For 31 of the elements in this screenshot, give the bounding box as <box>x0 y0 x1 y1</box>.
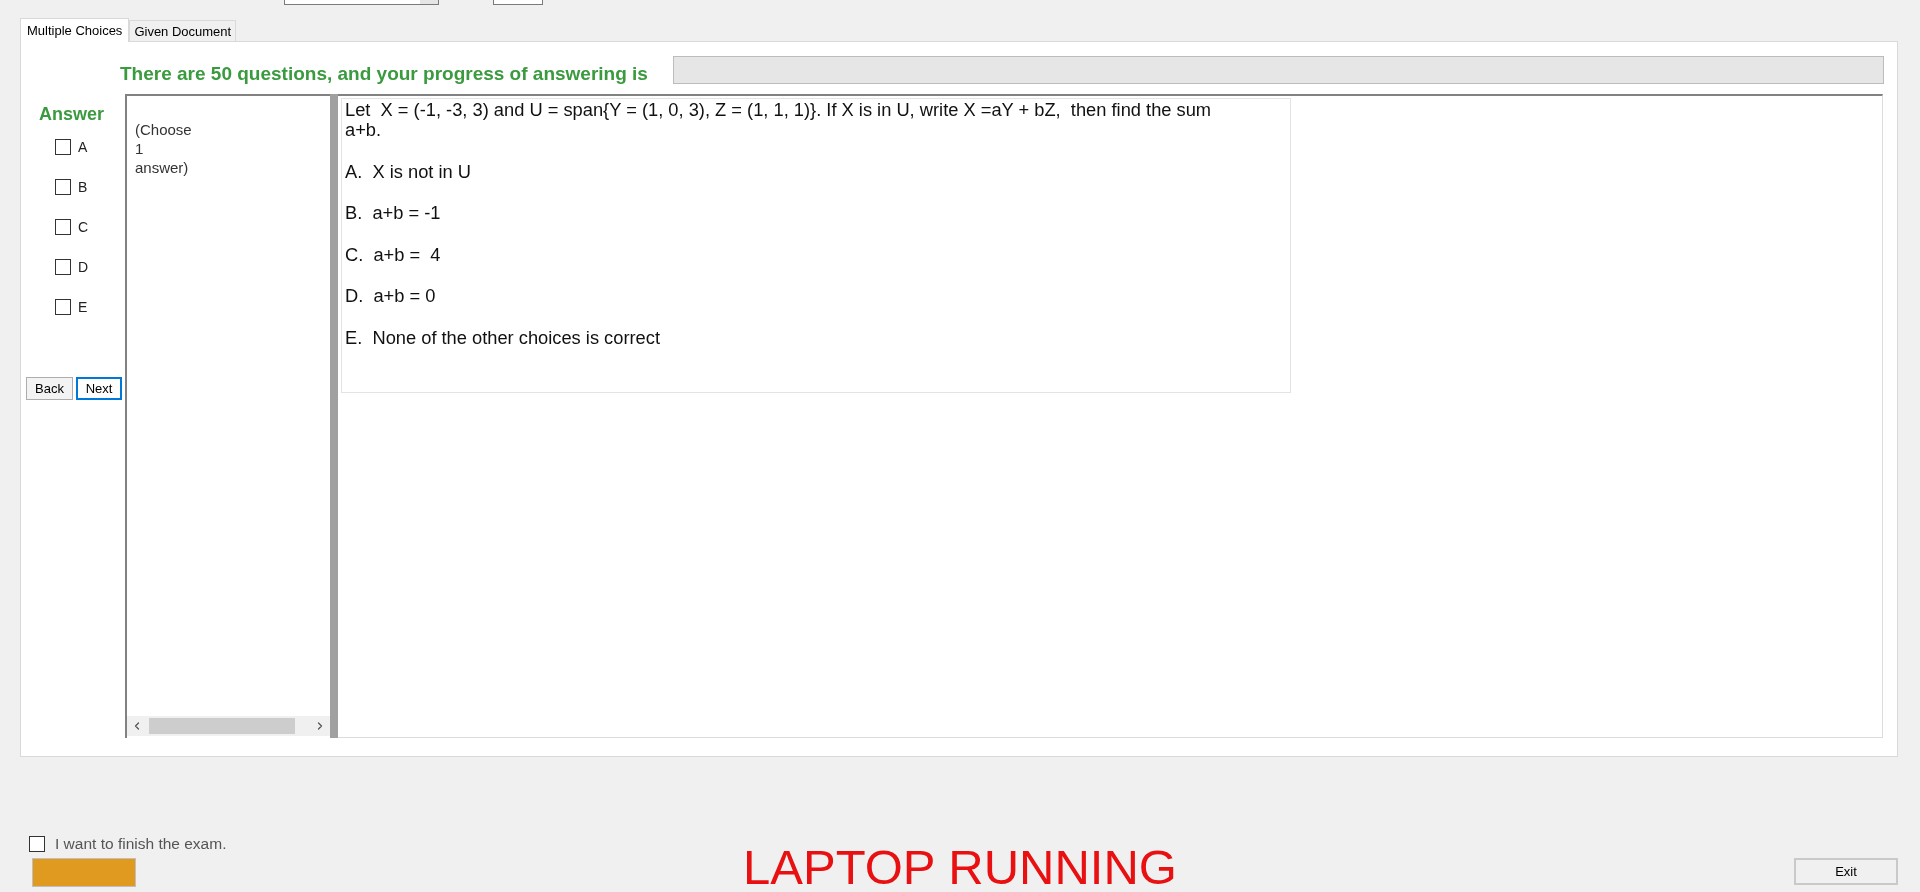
checkbox[interactable] <box>55 179 71 195</box>
checkbox[interactable] <box>55 299 71 315</box>
dropdown-field[interactable] <box>284 0 439 5</box>
checkbox[interactable] <box>55 259 71 275</box>
scrollbar-thumb[interactable] <box>149 718 295 734</box>
option-letter[interactable]: E <box>78 296 88 318</box>
choice-text: E. None of the other choices is correct <box>345 327 661 348</box>
question-text: Let X = (-1, -3, 3) and U = span{Y = (1, 0, 3), Z = (1, 1, 1)}. If X is in U, write X =aY + bZ, then find the sum a+b. <box>345 100 1213 140</box>
checkbox[interactable] <box>29 835 45 852</box>
instruction-text: (Choose 1 answer) <box>135 120 193 177</box>
option-letter[interactable]: B <box>78 176 88 198</box>
progress-label: There are 50 questions, and your progress of answering is <box>120 61 648 86</box>
answer-heading: Answer <box>39 104 106 124</box>
choice-text: D. a+b = 0 <box>345 286 437 306</box>
back-button[interactable]: Back <box>26 377 73 400</box>
option-letter[interactable]: C <box>78 216 89 238</box>
choice-text: B. a+b = -1 <box>345 203 442 223</box>
checkbox[interactable] <box>55 219 71 235</box>
choice-text: A. X is not in U <box>345 161 472 182</box>
next-button[interactable]: Next <box>76 377 122 400</box>
option-letter[interactable]: D <box>78 256 89 278</box>
exit-button[interactable]: Exit <box>1794 858 1898 885</box>
status-text: LAPTOP RUNNING <box>743 843 1177 892</box>
option-letter[interactable]: A <box>78 136 88 158</box>
horizontal-scrollbar[interactable] <box>127 716 330 736</box>
tab[interactable]: Given Document <box>129 20 237 41</box>
tab[interactable]: Multiple Choices <box>20 18 130 42</box>
input-field[interactable] <box>493 0 543 5</box>
finish-confirm-label[interactable]: I want to finish the exam. <box>55 831 227 856</box>
checkbox[interactable] <box>55 139 71 155</box>
choice-text: C. a+b = 4 <box>345 244 442 265</box>
